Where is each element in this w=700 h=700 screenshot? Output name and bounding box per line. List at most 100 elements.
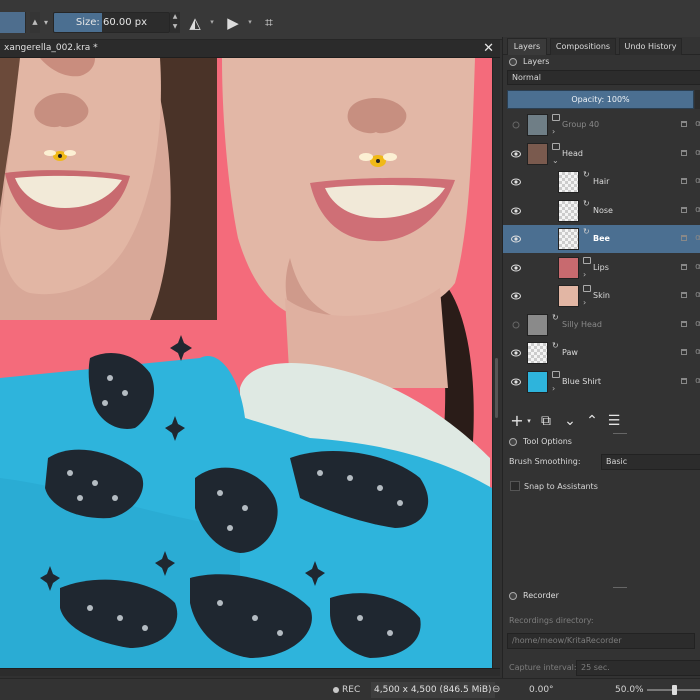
lock-icon[interactable] bbox=[681, 121, 687, 127]
layer-properties-icon[interactable]: ☰ bbox=[605, 411, 623, 431]
layer-row[interactable]: ↻ Hair α bbox=[503, 168, 700, 196]
layer-row[interactable]: › Skin α bbox=[503, 282, 700, 310]
record-icon[interactable] bbox=[333, 687, 339, 693]
chevron-down-icon[interactable]: ▾ bbox=[525, 411, 533, 431]
expand-icon[interactable]: › bbox=[552, 384, 555, 393]
layer-name[interactable]: Head bbox=[562, 140, 583, 168]
mirror-horizontal-icon[interactable]: ◭ bbox=[184, 12, 206, 34]
close-icon[interactable]: ✕ bbox=[483, 40, 494, 57]
add-layer-icon[interactable]: + bbox=[509, 411, 525, 431]
alpha-lock-icon[interactable]: α bbox=[695, 319, 700, 329]
chevron-down-icon[interactable]: ▾ bbox=[208, 13, 216, 32]
layer-name[interactable]: Blue Shirt bbox=[562, 368, 601, 396]
alpha-lock-icon[interactable]: α bbox=[695, 205, 700, 215]
eye-icon[interactable] bbox=[511, 264, 521, 272]
layer-row[interactable]: ↻ Bee α bbox=[503, 225, 700, 253]
eye-icon[interactable] bbox=[511, 378, 521, 386]
recordings-directory-field[interactable]: /home/meow/KritaRecorder bbox=[507, 633, 695, 649]
layer-name[interactable]: Group 40 bbox=[562, 111, 599, 139]
opacity-slider[interactable]: Opacity: 100% bbox=[507, 90, 694, 109]
image-dimensions[interactable]: 4,500 x 4,500 (846.5 MiB) bbox=[371, 682, 495, 698]
vertical-scroll-thumb[interactable] bbox=[495, 358, 498, 418]
eye-hidden-icon[interactable] bbox=[511, 321, 521, 329]
layer-row[interactable]: › Lips α bbox=[503, 254, 700, 282]
chevron-down-icon[interactable]: ▾ bbox=[42, 13, 50, 32]
rotation-value[interactable]: 0.00° bbox=[529, 679, 554, 700]
layer-row[interactable]: ↻ Nose α bbox=[503, 197, 700, 225]
blend-mode-select[interactable]: Normal bbox=[507, 70, 700, 85]
expand-icon[interactable]: › bbox=[583, 270, 586, 279]
move-down-icon[interactable]: ⌄ bbox=[561, 411, 579, 431]
alpha-lock-icon[interactable]: α bbox=[695, 347, 700, 357]
expand-icon[interactable]: › bbox=[583, 298, 586, 307]
opacity-spin[interactable] bbox=[695, 90, 700, 109]
brush-preset-spin[interactable]: ▲ bbox=[30, 12, 40, 33]
alpha-lock-icon[interactable]: α bbox=[695, 376, 700, 386]
horizontal-scrollbar[interactable] bbox=[0, 668, 500, 676]
lock-icon[interactable] bbox=[681, 377, 687, 384]
alpha-lock-icon[interactable]: α bbox=[695, 233, 700, 243]
alpha-lock-icon[interactable]: α bbox=[695, 176, 700, 186]
layer-row[interactable]: ⌄ Head α bbox=[503, 140, 700, 168]
layer-name[interactable]: Silly Head bbox=[562, 311, 602, 339]
layer-row[interactable]: › Group 40 α bbox=[503, 111, 700, 139]
lock-icon[interactable] bbox=[681, 349, 687, 355]
lock-icon[interactable] bbox=[681, 263, 687, 270]
alpha-lock-icon[interactable]: α bbox=[695, 290, 700, 300]
brush-preset-button[interactable] bbox=[0, 12, 26, 33]
eye-icon[interactable] bbox=[511, 178, 521, 186]
layer-name[interactable]: Paw bbox=[562, 339, 578, 367]
snap-to-assistants-label: Snap to Assistants bbox=[524, 482, 598, 491]
layer-row[interactable]: ↻ Paw α bbox=[503, 339, 700, 367]
tab-compositions[interactable]: Compositions bbox=[550, 38, 616, 55]
tab-layers[interactable]: Layers bbox=[507, 38, 547, 55]
alpha-lock-icon[interactable]: α bbox=[695, 119, 700, 129]
docker-tabs: Layers Compositions Undo History bbox=[503, 37, 700, 55]
lock-icon[interactable] bbox=[681, 320, 687, 327]
lock-icon[interactable] bbox=[681, 235, 687, 241]
alpha-lock-icon[interactable]: α bbox=[695, 262, 700, 272]
layer-name[interactable]: Skin bbox=[593, 282, 610, 310]
eye-icon[interactable] bbox=[511, 207, 521, 215]
eye-icon[interactable] bbox=[511, 235, 521, 243]
layer-name[interactable]: Hair bbox=[593, 168, 609, 196]
lock-icon[interactable] bbox=[681, 292, 687, 298]
vertical-scrollbar[interactable] bbox=[492, 58, 500, 668]
duplicate-layer-icon[interactable]: ⧉ bbox=[537, 411, 555, 431]
rotate-icon[interactable]: ⊖ bbox=[492, 679, 500, 700]
panel-float-icon[interactable] bbox=[509, 592, 517, 600]
folder-icon bbox=[583, 256, 591, 264]
canvas[interactable] bbox=[0, 58, 492, 668]
lock-icon[interactable] bbox=[681, 206, 687, 213]
panel-float-icon[interactable] bbox=[509, 58, 517, 66]
alpha-lock-icon[interactable]: α bbox=[695, 148, 700, 158]
size-spin-buttons[interactable]: ▲ ▼ bbox=[170, 12, 180, 33]
layer-row[interactable]: ↻ Silly Head α bbox=[503, 311, 700, 339]
capture-interval-field[interactable]: 25 sec. bbox=[576, 660, 700, 676]
document-tab[interactable]: xangerella_002.kra * ✕ bbox=[0, 40, 500, 58]
move-up-icon[interactable]: ⌃ bbox=[583, 411, 601, 431]
eye-hidden-icon[interactable] bbox=[511, 121, 521, 129]
layer-row[interactable]: › Blue Shirt α bbox=[503, 368, 700, 396]
eye-icon[interactable] bbox=[511, 349, 521, 357]
expand-icon[interactable]: ⌄ bbox=[552, 156, 559, 165]
brush-size-slider[interactable]: Size: 60.00 px bbox=[53, 12, 170, 33]
lock-icon[interactable] bbox=[681, 149, 687, 156]
rec-label[interactable]: REC bbox=[342, 679, 360, 700]
brush-smoothing-select[interactable]: Basic bbox=[601, 454, 700, 470]
mirror-vertical-icon[interactable]: ▶ bbox=[222, 12, 244, 34]
snap-to-assistants-checkbox[interactable] bbox=[510, 481, 520, 491]
panel-float-icon[interactable] bbox=[509, 438, 517, 446]
tab-undo-history[interactable]: Undo History bbox=[619, 38, 682, 55]
chevron-down-icon[interactable]: ▾ bbox=[246, 13, 254, 32]
zoom-value[interactable]: 50.0% bbox=[615, 679, 644, 700]
eye-icon[interactable] bbox=[511, 150, 521, 158]
layer-name[interactable]: Lips bbox=[593, 254, 609, 282]
layer-name[interactable]: Nose bbox=[593, 197, 613, 225]
zoom-slider-handle[interactable] bbox=[672, 685, 677, 695]
layer-name[interactable]: Bee bbox=[593, 225, 610, 253]
expand-icon[interactable]: › bbox=[552, 127, 555, 136]
crop-icon[interactable]: ⌗ bbox=[258, 12, 280, 34]
eye-icon[interactable] bbox=[511, 292, 521, 300]
lock-icon[interactable] bbox=[681, 178, 687, 184]
